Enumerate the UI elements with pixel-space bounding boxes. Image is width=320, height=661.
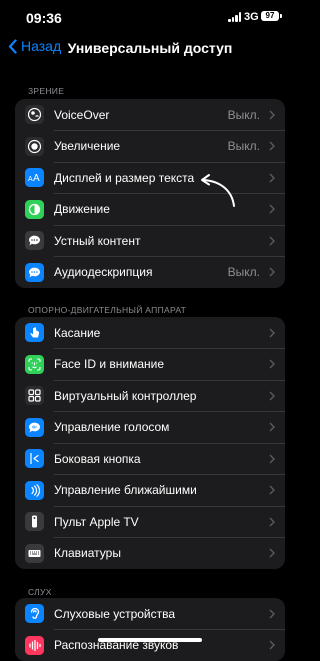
battery-icon: 97	[261, 11, 279, 21]
chevron-right-icon	[269, 110, 275, 120]
status-bar: 09:36 3G 97	[0, 0, 300, 34]
row-voice-control[interactable]: Управление голосом	[15, 412, 285, 444]
section-header-motor: ОПОРНО-ДВИГАТЕЛЬНЫЙ АППАРАТ	[28, 305, 186, 315]
row-voiceover[interactable]: VoiceOver Выкл.	[15, 99, 285, 131]
section-header-hearing: СЛУХ	[28, 587, 52, 597]
chevron-right-icon	[269, 609, 275, 619]
row-face-id[interactable]: Face ID и внимание	[15, 349, 285, 381]
side-button-icon	[25, 449, 44, 468]
row-nearby-devices[interactable]: Управление ближайшими	[15, 475, 285, 507]
svg-text:A: A	[33, 173, 40, 184]
settings-group-hearing: Слуховые устройства Распознавание звуков	[15, 598, 285, 661]
clock: 09:36	[26, 10, 62, 26]
chevron-right-icon	[269, 517, 275, 527]
tv-remote-icon	[25, 512, 44, 531]
chevron-right-icon	[269, 359, 275, 369]
text-size-icon: AA	[25, 168, 44, 187]
hearing-icon	[25, 604, 44, 623]
zoom-icon	[25, 137, 44, 156]
row-display-text-size[interactable]: AA Дисплей и размер текста	[15, 162, 285, 194]
row-zoom[interactable]: Увеличение Выкл.	[15, 131, 285, 163]
switch-control-icon	[25, 386, 44, 405]
motion-icon	[25, 200, 44, 219]
row-apple-tv-remote[interactable]: Пульт Apple TV	[15, 506, 285, 538]
nearby-devices-icon	[25, 481, 44, 500]
chevron-right-icon	[269, 236, 275, 246]
chevron-right-icon	[269, 391, 275, 401]
chevron-right-icon	[269, 485, 275, 495]
chevron-right-icon	[269, 141, 275, 151]
audio-description-icon	[25, 263, 44, 282]
row-sound-recognition[interactable]: Распознавание звуков	[15, 630, 285, 661]
chevron-right-icon	[269, 422, 275, 432]
page-title: Универсальный доступ	[0, 40, 300, 56]
row-touch[interactable]: Касание	[15, 317, 285, 349]
touch-icon	[25, 323, 44, 342]
face-id-icon	[25, 355, 44, 374]
chevron-right-icon	[269, 454, 275, 464]
chevron-right-icon	[269, 267, 275, 277]
home-indicator	[98, 638, 202, 642]
annotation-arrow-icon	[198, 172, 240, 210]
chevron-right-icon	[269, 204, 275, 214]
chevron-right-icon	[269, 548, 275, 558]
row-keyboards[interactable]: Клавиатуры	[15, 538, 285, 570]
network-type: 3G	[244, 11, 259, 23]
sound-recognition-icon	[25, 636, 44, 655]
settings-group-vision: VoiceOver Выкл. Увеличение Выкл. AA Дисп…	[15, 99, 285, 288]
speech-icon	[25, 231, 44, 250]
row-spoken-content[interactable]: Устный контент	[15, 225, 285, 257]
chevron-right-icon	[269, 173, 275, 183]
row-switch-control[interactable]: Виртуальный контроллер	[15, 380, 285, 412]
row-hearing-devices[interactable]: Слуховые устройства	[15, 598, 285, 630]
cellular-signal-icon	[228, 12, 242, 22]
keyboard-icon	[25, 544, 44, 563]
row-motion[interactable]: Движение	[15, 194, 285, 226]
section-header-vision: ЗРЕНИЕ	[28, 86, 64, 96]
settings-group-motor: Касание Face ID и внимание Виртуальный к…	[15, 317, 285, 569]
voice-control-icon	[25, 418, 44, 437]
voiceover-icon	[25, 105, 44, 124]
chevron-right-icon	[269, 328, 275, 338]
row-audio-description[interactable]: Аудиодескрипция Выкл.	[15, 257, 285, 289]
row-side-button[interactable]: Боковая кнопка	[15, 443, 285, 475]
navigation-bar: Назад Универсальный доступ	[0, 34, 300, 64]
battery-tip	[280, 14, 282, 18]
